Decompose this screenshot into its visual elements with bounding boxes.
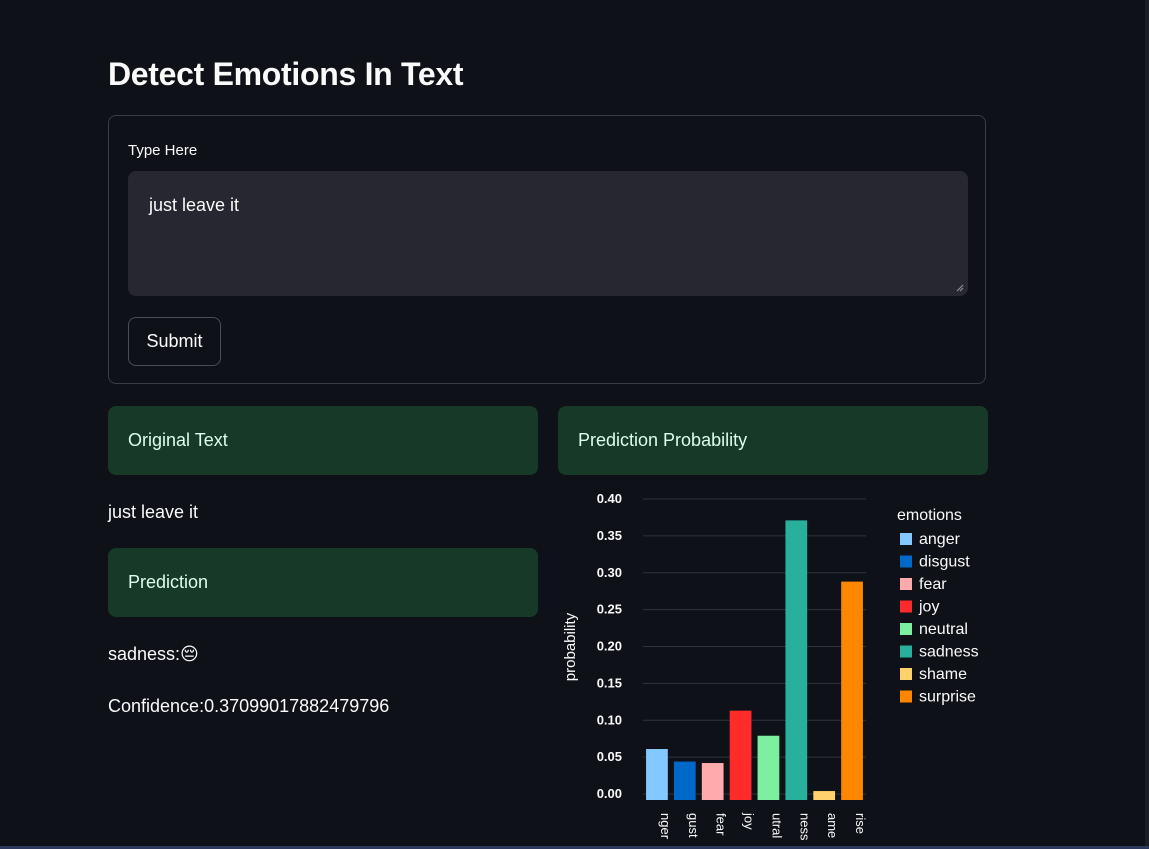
legend-item-sadness: sadness	[919, 644, 979, 661]
legend-item-disgust: disgust	[919, 554, 970, 571]
bar-shame	[813, 791, 836, 800]
submit-button[interactable]: Submit	[128, 317, 221, 366]
prediction-header: Prediction	[108, 548, 538, 617]
y-tick-label: 0.20	[597, 639, 622, 654]
bar-sadness	[785, 520, 808, 800]
probability-chart-svg: 0.00 0.05 0.10 0.15 0.20 0.25 0.30 0.35 0.40 prob…	[562, 491, 979, 841]
x-tick-label: gust	[686, 813, 701, 838]
x-tick-label: fear	[714, 813, 729, 836]
legend-swatch-fear	[900, 578, 912, 590]
prediction-probability-header-label: Prediction Probability	[578, 430, 748, 450]
prediction-value: sadness:😔	[108, 644, 199, 664]
y-tick-label: 0.35	[597, 528, 622, 543]
legend-item-surprise: surprise	[919, 689, 976, 706]
legend-item-shame: shame	[919, 666, 967, 683]
page-title: Detect Emotions In Text	[108, 56, 464, 92]
text-input-value: just leave it	[149, 195, 240, 215]
x-tick-label: rise	[853, 813, 868, 834]
legend-swatch-shame	[900, 668, 912, 680]
y-tick-label: 0.40	[597, 491, 622, 506]
legend-item-joy: joy	[918, 599, 939, 616]
prediction-header-label: Prediction	[128, 572, 209, 592]
y-tick-label: 0.25	[597, 602, 622, 617]
x-tick-label: ame	[825, 813, 840, 838]
legend-title: emotions	[897, 507, 962, 524]
legend-swatch-anger	[900, 533, 912, 545]
text-input[interactable]: just leave it	[128, 171, 968, 296]
confidence-value: Confidence:0.37099017882479796	[108, 696, 390, 716]
legend-item-neutral: neutral	[919, 621, 968, 638]
bar-disgust	[673, 761, 696, 800]
bar-joy	[729, 710, 752, 800]
original-text-header: Original Text	[108, 406, 538, 475]
bar-surprise	[841, 581, 863, 800]
legend-swatch-neutral	[900, 623, 912, 635]
y-axis-label: probability	[562, 612, 579, 681]
x-tick-label: utral	[769, 813, 784, 838]
legend-swatch-disgust	[900, 555, 912, 568]
original-text-header-label: Original Text	[128, 430, 228, 450]
y-tick-label: 0.10	[597, 712, 622, 727]
legend-swatch-joy	[900, 600, 912, 613]
legend-swatch-surprise	[900, 690, 912, 703]
bar-anger	[646, 749, 668, 800]
text-input-label: Type Here	[128, 142, 198, 159]
bar-neutral	[757, 735, 780, 800]
legend-swatch-sadness	[900, 645, 912, 658]
x-tick-label: ness	[797, 813, 812, 841]
x-tick-label: nger	[658, 813, 673, 840]
app-root: Detect Emotions In Text Type Here just l…	[0, 0, 1149, 849]
input-form: Type Here just leave it Submit	[108, 115, 986, 384]
y-tick-label: 0.15	[597, 675, 622, 690]
x-tick-label: joy	[742, 812, 757, 830]
y-tick-label: 0.30	[597, 565, 622, 580]
original-text-value: just leave it	[108, 502, 199, 522]
bar-fear	[701, 763, 724, 800]
legend-item-fear: fear	[919, 576, 947, 593]
legend-item-anger: anger	[919, 531, 961, 548]
prediction-probability-header: Prediction Probability	[558, 406, 988, 475]
y-tick-label: 0.00	[597, 786, 622, 801]
resize-grip-icon[interactable]	[956, 284, 964, 292]
window-edge	[1145, 0, 1149, 849]
probability-chart: 0.00 0.05 0.10 0.15 0.20 0.25 0.30 0.35 0.40 prob…	[558, 490, 988, 849]
y-tick-label: 0.05	[597, 749, 622, 764]
